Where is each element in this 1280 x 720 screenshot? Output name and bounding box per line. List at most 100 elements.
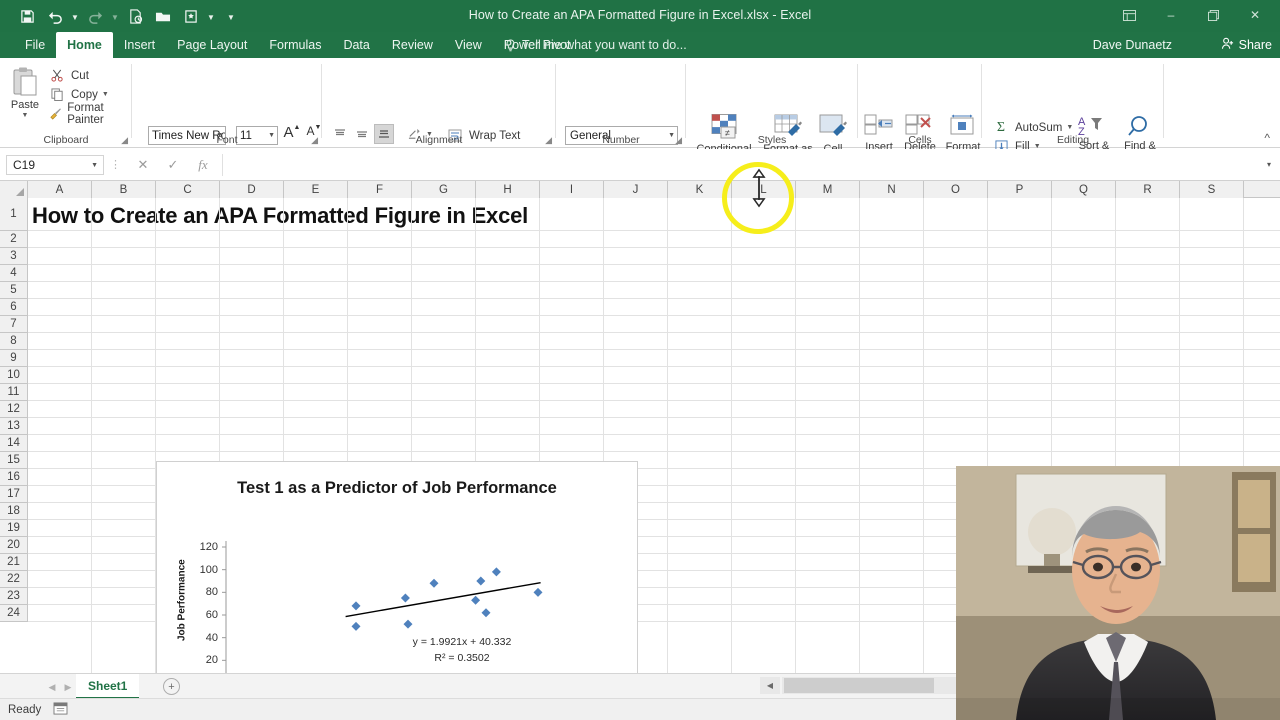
- scroll-left-button[interactable]: ◀: [760, 677, 780, 694]
- tab-insert[interactable]: Insert: [113, 32, 166, 58]
- row-header-16[interactable]: 16: [0, 469, 28, 486]
- row-header-15[interactable]: 15: [0, 452, 28, 469]
- tab-home[interactable]: Home: [56, 32, 113, 58]
- name-box-dropdown-icon[interactable]: ▼: [91, 162, 98, 169]
- column-header-p[interactable]: P: [988, 181, 1052, 198]
- row-header-4[interactable]: 4: [0, 265, 28, 282]
- row-header-7[interactable]: 7: [0, 316, 28, 333]
- ribbon-group-styles: ≠ Conditional Formatting▼ Format as Tabl…: [686, 58, 858, 166]
- column-header-a[interactable]: A: [28, 181, 92, 198]
- cut-button[interactable]: Cut: [44, 66, 132, 85]
- row-header-1[interactable]: 1: [0, 198, 28, 231]
- scissors-icon: [47, 66, 67, 85]
- column-header-g[interactable]: G: [412, 181, 476, 198]
- column-header-c[interactable]: C: [156, 181, 220, 198]
- row-header-6[interactable]: 6: [0, 299, 28, 316]
- row-header-24[interactable]: 24: [0, 605, 28, 622]
- copy-dropdown-icon[interactable]: ▼: [102, 91, 109, 98]
- horizontal-scroll-thumb[interactable]: [784, 678, 934, 693]
- account-name[interactable]: Dave Dunaetz: [1093, 32, 1172, 58]
- cancel-entry-icon[interactable]: ✕: [128, 154, 158, 176]
- column-header-s[interactable]: S: [1180, 181, 1244, 198]
- close-button[interactable]: ✕: [1234, 0, 1276, 30]
- grid-line-horizontal: [28, 400, 1280, 401]
- page-layout-icon[interactable]: [53, 701, 68, 718]
- row-header-14[interactable]: 14: [0, 435, 28, 452]
- tell-me-label: Tell me what you want to do...: [522, 38, 687, 52]
- row-header-20[interactable]: 20: [0, 537, 28, 554]
- column-header-r[interactable]: R: [1116, 181, 1180, 198]
- column-header-q[interactable]: Q: [1052, 181, 1116, 198]
- row-header-23[interactable]: 23: [0, 588, 28, 605]
- chart-data-point-1: [351, 621, 361, 631]
- row-header-17[interactable]: 17: [0, 486, 28, 503]
- share-button[interactable]: Share: [1221, 32, 1272, 58]
- expand-formula-bar-icon[interactable]: ▾: [1258, 160, 1280, 169]
- row-header-19[interactable]: 19: [0, 520, 28, 537]
- row-header-8[interactable]: 8: [0, 333, 28, 350]
- share-label: Share: [1238, 38, 1272, 52]
- ribbon-group-number: General ▼ $ ▼ % , ←.0.00 .00→.0 Number ◢: [556, 58, 686, 173]
- collapse-ribbon-button[interactable]: ^: [1264, 131, 1270, 145]
- font-dialog-launcher[interactable]: ◢: [311, 135, 318, 146]
- row-header-5[interactable]: 5: [0, 282, 28, 299]
- row-header-3[interactable]: 3: [0, 248, 28, 265]
- column-header-d[interactable]: D: [220, 181, 284, 198]
- column-header-f[interactable]: F: [348, 181, 412, 198]
- restore-button[interactable]: [1192, 0, 1234, 30]
- tab-view[interactable]: View: [444, 32, 493, 58]
- chart-data-point-0: [351, 601, 361, 611]
- row-header-11[interactable]: 11: [0, 384, 28, 401]
- ribbon-group-cells: Insert ▼ Delete ▼ Format ▼ Cells: [858, 58, 982, 161]
- ribbon-tab-bar: File Home Insert Page Layout Formulas Da…: [0, 32, 1280, 58]
- row-header-2[interactable]: 2: [0, 231, 28, 248]
- column-header-h[interactable]: H: [476, 181, 540, 198]
- row-header-13[interactable]: 13: [0, 418, 28, 435]
- insert-function-icon[interactable]: fx: [188, 154, 218, 176]
- paste-button[interactable]: Paste ▼: [2, 66, 48, 119]
- tab-review[interactable]: Review: [381, 32, 444, 58]
- row-header-18[interactable]: 18: [0, 503, 28, 520]
- alignment-group-label: Alignment: [415, 134, 463, 146]
- tab-page-layout[interactable]: Page Layout: [166, 32, 258, 58]
- formula-bar-separator: ⋮: [110, 159, 122, 171]
- column-header-n[interactable]: N: [860, 181, 924, 198]
- ribbon-display-options-icon[interactable]: [1108, 0, 1150, 30]
- row-header-12[interactable]: 12: [0, 401, 28, 418]
- grid-line-vertical: [91, 198, 92, 673]
- sheet-tab-sheet1[interactable]: Sheet1: [76, 674, 140, 699]
- name-box[interactable]: C19 ▼: [6, 154, 104, 175]
- alignment-dialog-launcher[interactable]: ◢: [545, 135, 552, 146]
- minimize-button[interactable]: –: [1150, 0, 1192, 30]
- share-person-icon: [1221, 37, 1234, 53]
- clipboard-dialog-launcher[interactable]: ◢: [121, 135, 128, 146]
- column-header-e[interactable]: E: [284, 181, 348, 198]
- confirm-entry-icon[interactable]: ✓: [158, 154, 188, 176]
- tab-file[interactable]: File: [14, 32, 56, 58]
- grid-line-horizontal: [28, 383, 1280, 384]
- column-header-m[interactable]: M: [796, 181, 860, 198]
- column-header-i[interactable]: I: [540, 181, 604, 198]
- row-header-10[interactable]: 10: [0, 367, 28, 384]
- grid-line-vertical: [795, 198, 796, 673]
- tell-me-box[interactable]: Tell me what you want to do...: [505, 32, 687, 58]
- row-header-21[interactable]: 21: [0, 554, 28, 571]
- select-all-corner[interactable]: [0, 181, 28, 198]
- previous-sheet-button[interactable]: ◀: [44, 679, 60, 695]
- column-header-b[interactable]: B: [92, 181, 156, 198]
- number-dialog-launcher[interactable]: ◢: [675, 135, 682, 146]
- chart-data-point-9: [533, 587, 543, 597]
- column-header-o[interactable]: O: [924, 181, 988, 198]
- ribbon-group-editing: Σ AutoSum ▼ Fill ▼ Clear ▼: [982, 58, 1164, 172]
- paste-dropdown-icon[interactable]: ▼: [22, 112, 29, 119]
- column-header-j[interactable]: J: [604, 181, 668, 198]
- format-painter-button[interactable]: Format Painter: [44, 102, 132, 126]
- trendline-r-squared: R² = 0.3502: [434, 652, 490, 664]
- tab-data[interactable]: Data: [332, 32, 380, 58]
- tab-formulas[interactable]: Formulas: [258, 32, 332, 58]
- row-header-9[interactable]: 9: [0, 350, 28, 367]
- ribbon-group-clipboard: Paste ▼ Cut Copy ▼ Format Painter Clipbo…: [0, 58, 132, 148]
- row-header-22[interactable]: 22: [0, 571, 28, 588]
- next-sheet-button[interactable]: ▶: [60, 679, 76, 695]
- add-sheet-button[interactable]: +: [163, 678, 180, 695]
